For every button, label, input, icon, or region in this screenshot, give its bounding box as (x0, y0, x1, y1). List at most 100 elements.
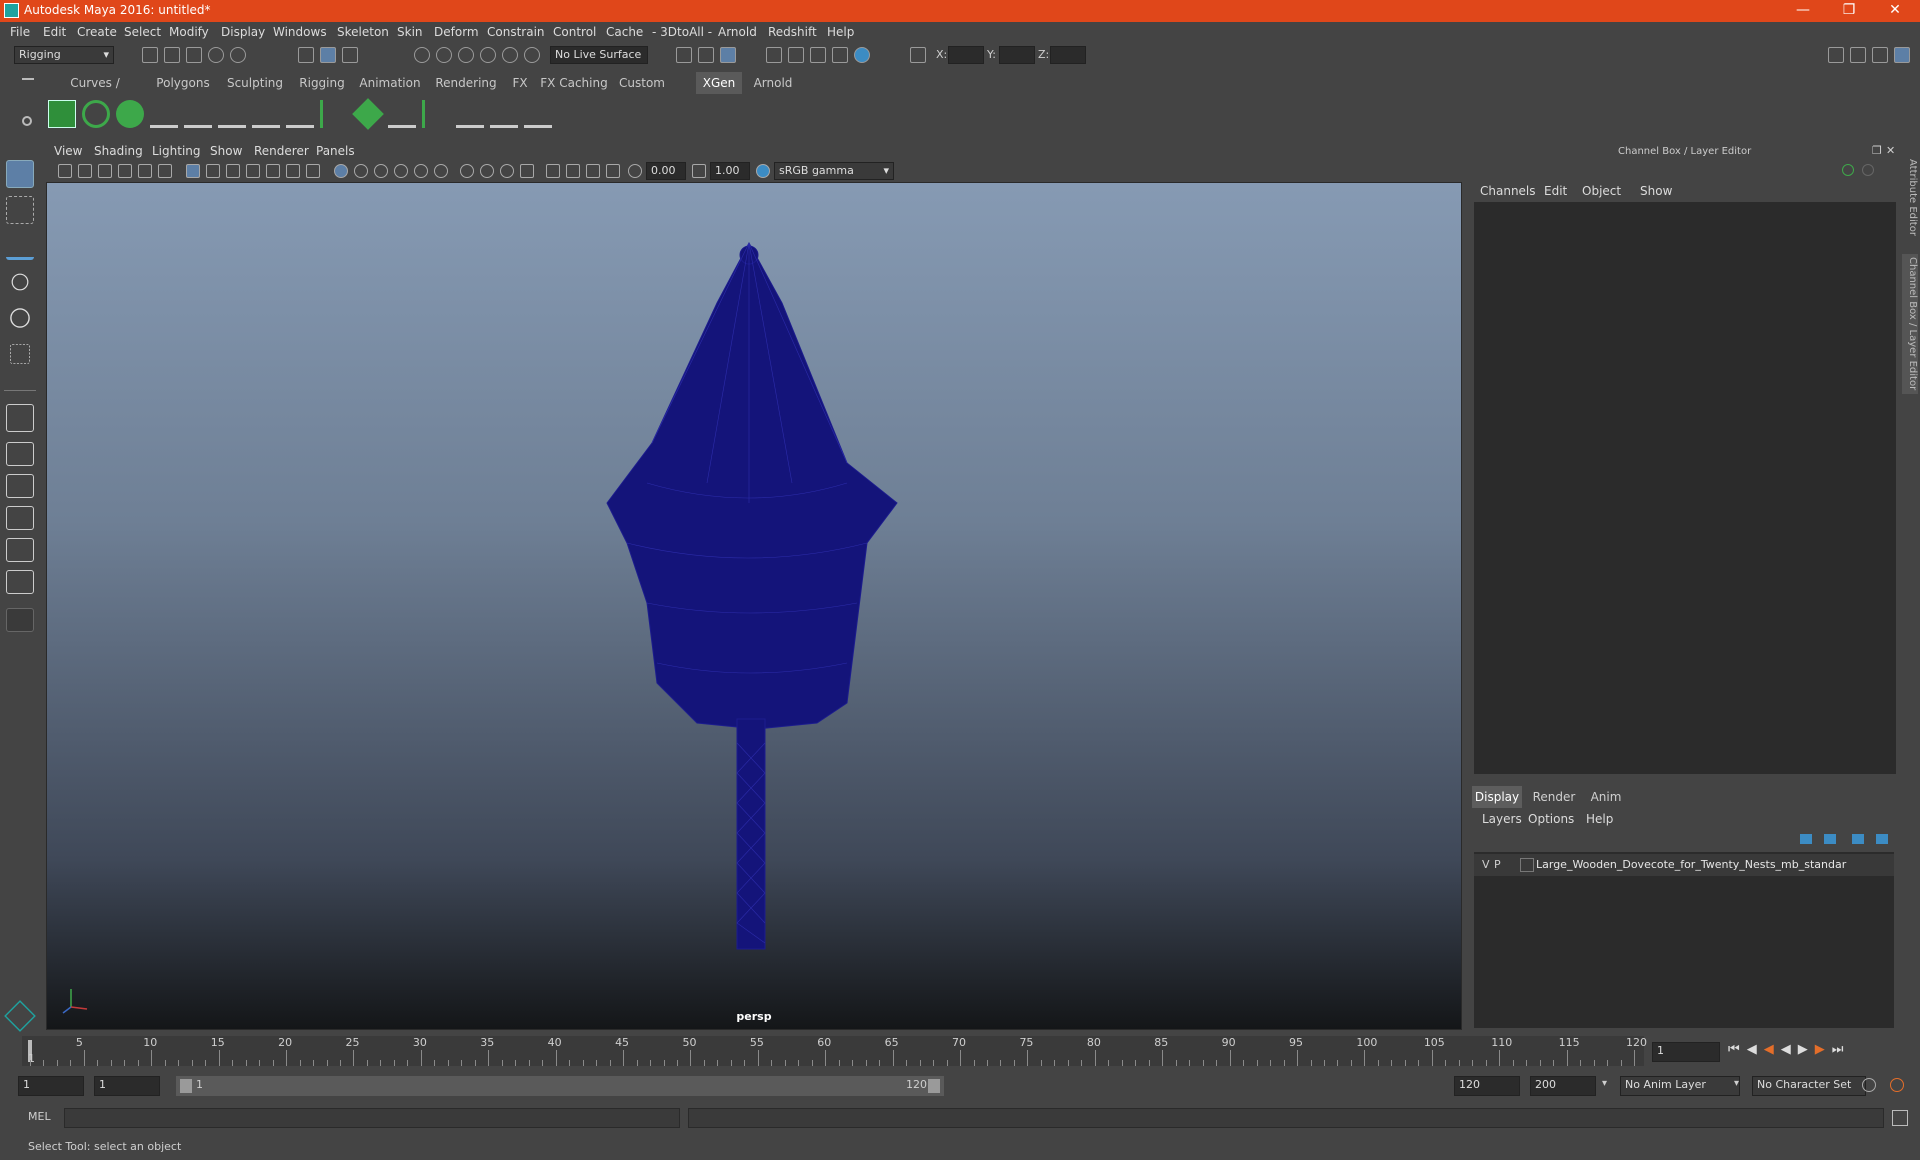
panel-menu-shading[interactable]: Shading (94, 144, 143, 158)
xgen-sculpt-guide-icon[interactable] (184, 100, 212, 128)
new-layer-selected-icon[interactable] (1876, 834, 1888, 844)
live-surface-field[interactable]: No Live Surface (550, 46, 648, 64)
tab-display[interactable]: Display (1472, 786, 1522, 808)
layer-color-swatch[interactable] (1520, 858, 1534, 872)
xgen-interpolate-icon[interactable] (388, 100, 416, 128)
y-field[interactable] (999, 46, 1035, 64)
snap-surface-icon[interactable] (502, 47, 518, 63)
new-scene-icon[interactable] (142, 47, 158, 63)
tab-fx[interactable]: FX (508, 72, 532, 94)
ipr-render-icon[interactable] (810, 47, 826, 63)
output-ops-icon[interactable] (698, 47, 714, 63)
input-ops-icon[interactable] (676, 47, 692, 63)
single-view-layout-icon[interactable] (6, 404, 34, 432)
color-space-dropdown[interactable]: sRGB gamma ▾ (774, 162, 894, 180)
select-component-icon[interactable] (342, 47, 358, 63)
start-time-field[interactable]: 1 (18, 1076, 84, 1096)
isolate-select-icon[interactable] (546, 164, 560, 178)
resolution-gate-icon[interactable] (226, 164, 240, 178)
move-tool-icon[interactable] (11, 273, 29, 291)
script-editor-layout-icon[interactable] (6, 570, 34, 594)
menu-help[interactable]: Help (827, 25, 854, 39)
cb-menu-edit[interactable]: Edit (1544, 184, 1567, 198)
gate-mask-icon[interactable] (246, 164, 260, 178)
menu-edit[interactable]: Edit (43, 25, 66, 39)
grease-pencil-icon[interactable] (158, 164, 172, 178)
tab-animation[interactable]: Animation (356, 72, 424, 94)
channel-box-mode-icon[interactable] (1842, 164, 1854, 176)
tab-custom[interactable]: Custom (616, 72, 668, 94)
menu-create[interactable]: Create (77, 25, 117, 39)
xray-joints-icon[interactable] (586, 164, 600, 178)
xgen-layer-icon[interactable] (352, 98, 384, 130)
menu-arnold[interactable]: Arnold (718, 25, 757, 39)
xgen-lock-guide-icon[interactable] (286, 100, 314, 128)
paint-select-tool-icon[interactable] (6, 232, 34, 260)
grid-icon[interactable] (186, 164, 200, 178)
construction-history-icon[interactable] (720, 47, 736, 63)
ly-menu-options[interactable]: Options (1528, 812, 1574, 826)
render-settings-icon[interactable] (832, 47, 848, 63)
xgen-add-guide-icon[interactable] (150, 100, 178, 128)
snap-point-icon[interactable] (458, 47, 474, 63)
modeling-toolkit-icon[interactable] (1828, 47, 1844, 63)
panel-menu-lighting[interactable]: Lighting (152, 144, 201, 158)
save-scene-icon[interactable] (186, 47, 202, 63)
restore-icon[interactable]: ❐ (1826, 0, 1872, 22)
playback-start-field[interactable]: 1 (94, 1076, 160, 1096)
render-current-icon[interactable] (788, 47, 804, 63)
float-panel-icon[interactable]: ❐ (1872, 144, 1882, 157)
xgen-select-guide-icon[interactable] (252, 100, 280, 128)
close-icon[interactable]: ✕ (1872, 0, 1918, 22)
range-start-handle[interactable] (180, 1079, 192, 1093)
select-object-icon[interactable] (320, 47, 336, 63)
gamma-icon[interactable] (692, 164, 706, 178)
image-plane-icon[interactable] (118, 164, 132, 178)
play-forward-icon[interactable]: ▶ (1798, 1042, 1815, 1057)
gamma-field[interactable]: 1.00 (710, 162, 750, 180)
play-back-icon[interactable]: ◀ (1781, 1042, 1798, 1057)
go-to-end-icon[interactable]: ⏭ (1832, 1042, 1851, 1057)
xgen-grow-icon[interactable] (320, 100, 348, 128)
tab-anim[interactable]: Anim (1584, 786, 1628, 808)
persp-graph-layout-icon[interactable] (6, 506, 34, 530)
tab-curves-surfaces[interactable]: Curves / Surfaces (46, 72, 144, 112)
persp-viewport[interactable]: persp (46, 182, 1462, 1030)
snap-curve-icon[interactable] (436, 47, 452, 63)
menu-redshift[interactable]: Redshift (768, 25, 817, 39)
layer-visibility-toggle[interactable]: V (1482, 858, 1490, 871)
x-field[interactable] (948, 46, 984, 64)
undo-icon[interactable] (208, 47, 224, 63)
current-frame-field[interactable]: 1 (1652, 1042, 1720, 1062)
panel-menu-panels[interactable]: Panels (316, 144, 355, 158)
exposure-field[interactable]: 0.00 (646, 162, 686, 180)
panel-menu-view[interactable]: View (54, 144, 82, 158)
anti-aliasing-icon[interactable] (500, 164, 514, 178)
film-gate-icon[interactable] (206, 164, 220, 178)
tab-rendering[interactable]: Rendering (430, 72, 502, 94)
2d-pan-zoom-icon[interactable] (138, 164, 152, 178)
scale-tool-icon[interactable] (10, 344, 30, 364)
tab-sculpting[interactable]: Sculpting (222, 72, 288, 94)
xgen-delete-guide-icon[interactable] (524, 100, 552, 128)
auto-key-icon[interactable] (1862, 1078, 1876, 1092)
character-set-dropdown[interactable]: No Character Set (1752, 1076, 1866, 1096)
ambient-occlusion-icon[interactable] (460, 164, 474, 178)
tool-settings-toggle-icon[interactable] (1872, 47, 1888, 63)
xgen-preview-icon[interactable] (82, 100, 110, 128)
z-field[interactable] (1050, 46, 1086, 64)
playback-end-field[interactable]: 120 (1454, 1076, 1520, 1096)
new-layer-icon[interactable] (1852, 834, 1864, 844)
menu-skin[interactable]: Skin (397, 25, 423, 39)
shadows-icon[interactable] (434, 164, 448, 178)
cb-menu-channels[interactable]: Channels (1480, 184, 1536, 198)
tab-render[interactable]: Render (1528, 786, 1580, 808)
menu-3dtoall[interactable]: - 3DtoAll - (652, 25, 712, 39)
menu-set-dropdown[interactable]: Rigging ▾ (14, 46, 114, 64)
menu-control[interactable]: Control (553, 25, 596, 39)
four-view-layout-icon[interactable] (6, 442, 34, 466)
tab-arnold[interactable]: Arnold (748, 72, 798, 94)
color-management-icon[interactable] (756, 164, 770, 178)
motion-blur-icon[interactable] (480, 164, 494, 178)
smooth-shade-icon[interactable] (354, 164, 368, 178)
